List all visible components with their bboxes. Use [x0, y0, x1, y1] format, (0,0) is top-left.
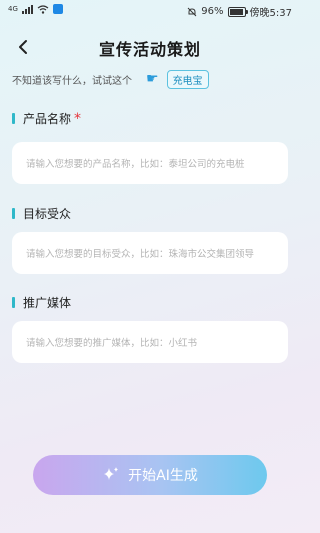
wifi-icon [37, 4, 49, 14]
product-name-placeholder: 请输入您想要的产品名称，比如：泰坦公司的充电桩 [26, 159, 245, 170]
section-marker [12, 297, 15, 308]
hint-text: 不知道该写什么，试试这个 [12, 75, 132, 87]
example-chip[interactable]: 充电宝 [166, 69, 209, 89]
hint-row: 不知道该写什么，试试这个 ☛ 充电宝 [12, 69, 209, 89]
required-mark: * [74, 110, 82, 127]
target-audience-input[interactable]: 请输入您想要的目标受众，比如：珠海市公交集团领导 [12, 232, 288, 274]
promotion-media-placeholder: 请输入您想要的推广媒体，比如：小红书 [26, 338, 198, 349]
status-right: 96% 傍晚5:37 [187, 4, 292, 19]
header: 宣传活动策划 [0, 30, 300, 64]
section-marker [12, 113, 15, 124]
status-left: 4G [8, 4, 63, 14]
product-label: 产品名称 [23, 112, 72, 126]
section-marker [12, 208, 15, 219]
status-bar: 4G 96% 傍晚5:37 [0, 0, 300, 22]
audience-label: 目标受众 [23, 207, 72, 221]
media-label: 推广媒体 [23, 296, 72, 310]
promotion-media-input[interactable]: 请输入您想要的推广媒体，比如：小红书 [12, 321, 288, 363]
app-notification-icon [52, 4, 63, 14]
start-ai-generate-button[interactable]: 开始AI生成 [33, 455, 267, 495]
page-title: 宣传活动策划 [98, 40, 201, 59]
product-label-row: 产品名称 * [12, 110, 81, 127]
start-button-label: 开始AI生成 [128, 468, 198, 484]
signal-icon [21, 4, 33, 14]
clock: 傍晚5:37 [249, 8, 292, 19]
target-audience-placeholder: 请输入您想要的目标受众，比如：珠海市公交集团领导 [26, 249, 255, 260]
battery-percent: 96% [201, 6, 224, 17]
sparkle-icon [104, 467, 119, 480]
product-name-input[interactable]: 请输入您想要的产品名称，比如：泰坦公司的充电桩 [12, 142, 288, 184]
audience-label-row: 目标受众 [12, 205, 71, 222]
battery-icon [227, 6, 248, 17]
mute-bell-icon [187, 7, 197, 16]
media-label-row: 推广媒体 [12, 294, 71, 311]
network-type-label: 4G [8, 4, 18, 13]
pointing-hand-icon: ☛ [146, 71, 159, 87]
battery-fill [229, 8, 243, 15]
